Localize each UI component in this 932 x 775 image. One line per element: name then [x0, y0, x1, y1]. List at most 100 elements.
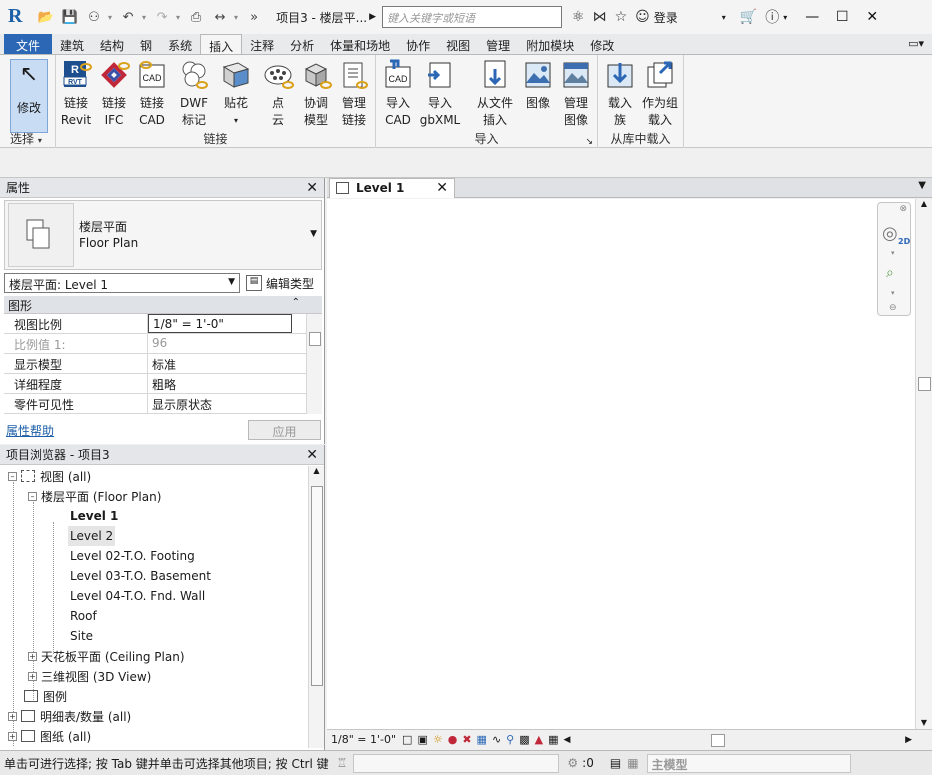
- communication-icon[interactable]: ⋈: [593, 9, 607, 25]
- instance-select[interactable]: 楼层平面: Level 1 ▼: [4, 273, 240, 293]
- import-gbxml-button[interactable]: 导入 gbXML: [418, 59, 462, 129]
- binoculars-icon[interactable]: ⚛: [572, 9, 585, 25]
- collapse-icon[interactable]: ⌃: [292, 297, 300, 308]
- redo-dropdown-icon[interactable]: ▾: [176, 13, 180, 22]
- print-icon[interactable]: ⎙: [186, 7, 206, 27]
- zoom-dropdown-icon[interactable]: ▾: [891, 289, 895, 297]
- tab-annotate[interactable]: 注释: [242, 34, 282, 54]
- properties-help-link[interactable]: 属性帮助: [6, 422, 54, 439]
- parts-visibility-field[interactable]: 显示原状态: [148, 394, 292, 413]
- canvas-vertical-scrollbar[interactable]: ▲ ▼: [915, 199, 932, 729]
- scroll-thumb[interactable]: [309, 332, 321, 346]
- sync-icon[interactable]: ⚇: [84, 7, 104, 27]
- canvas-horizontal-scrollbar[interactable]: [573, 731, 823, 749]
- image-button[interactable]: 图像: [518, 59, 558, 112]
- modify-button[interactable]: ↖ 修改: [10, 59, 48, 133]
- help-icon[interactable]: ⓘ: [765, 7, 779, 27]
- apply-button[interactable]: 应用: [248, 420, 321, 440]
- tree-node-schedules[interactable]: + 明细表/数量 (all): [8, 706, 131, 726]
- load-as-group-button[interactable]: 作为组 载入: [640, 59, 680, 129]
- tab-analyze[interactable]: 分析: [282, 34, 322, 54]
- edit-type-button[interactable]: ▤ 编辑类型: [246, 275, 314, 292]
- link-ifc-button[interactable]: 链接 IFC: [94, 59, 134, 129]
- link-cad-button[interactable]: CAD 链接 CAD: [132, 59, 172, 129]
- import-cad-button[interactable]: CAD 导入 CAD: [378, 59, 418, 129]
- shadows-icon[interactable]: ●: [448, 733, 458, 746]
- collapse-icon[interactable]: –: [8, 471, 17, 481]
- close-button[interactable]: ✕: [857, 2, 887, 32]
- tab-view[interactable]: 视图: [438, 34, 478, 54]
- tree-node-sheets[interactable]: + 图纸 (all): [8, 726, 91, 746]
- scroll-down-icon[interactable]: ▼: [916, 718, 932, 727]
- tree-node-legends[interactable]: 图例: [24, 686, 67, 706]
- scroll-thumb[interactable]: [918, 377, 931, 391]
- expand-icon[interactable]: +: [8, 731, 17, 741]
- reveal-hidden-icon[interactable]: ⚲: [506, 733, 514, 746]
- title-arrow-icon[interactable]: ▶: [369, 12, 376, 22]
- tree-item-level-04[interactable]: Level 04-T.O. Fnd. Wall: [70, 586, 205, 606]
- ribbon-toggle-icon[interactable]: ▭▾: [908, 34, 924, 54]
- cart-icon[interactable]: 🛒: [740, 9, 757, 25]
- favorites-star-icon[interactable]: ☆: [615, 9, 628, 25]
- workset-field[interactable]: [353, 753, 560, 773]
- help-dropdown-icon[interactable]: ▾: [783, 13, 787, 22]
- type-selector[interactable]: 楼层平面 Floor Plan ▼: [4, 200, 322, 270]
- detail-level-icon[interactable]: □: [402, 733, 412, 746]
- tree-node-floor-plan[interactable]: – 楼层平面 (Floor Plan): [28, 486, 161, 506]
- sun-path-icon[interactable]: ☼: [433, 733, 443, 746]
- worksharing-icon[interactable]: ▩: [519, 733, 529, 746]
- manage-images-button[interactable]: 管理 图像: [556, 59, 596, 129]
- browser-close-icon[interactable]: ✕: [306, 447, 318, 463]
- detail-level-field[interactable]: 粗略: [148, 374, 292, 393]
- tree-item-level-02[interactable]: Level 02-T.O. Footing: [70, 546, 195, 566]
- wheel-dropdown-icon[interactable]: ▾: [891, 249, 895, 257]
- tab-modify[interactable]: 修改: [582, 34, 622, 54]
- undo-icon[interactable]: ↶: [118, 7, 138, 27]
- save-icon[interactable]: 💾: [60, 7, 80, 27]
- manage-links-button[interactable]: 管理 链接: [334, 59, 374, 129]
- insert-from-file-button[interactable]: 从文件 插入: [472, 59, 518, 129]
- design-options-icon[interactable]: ▦: [627, 756, 638, 770]
- tab-massing-site[interactable]: 体量和场地: [322, 34, 398, 54]
- more-tools-icon[interactable]: »: [244, 7, 264, 27]
- type-dropdown-icon[interactable]: ▼: [310, 229, 317, 239]
- redo-icon[interactable]: ↷: [152, 7, 172, 27]
- dropdown-icon[interactable]: ▾: [108, 13, 112, 22]
- tree-node-3d-view[interactable]: + 三维视图 (3D View): [28, 666, 151, 686]
- tab-menu-icon[interactable]: ▼: [918, 180, 926, 191]
- tab-systems[interactable]: 系统: [160, 34, 200, 54]
- constraints-icon[interactable]: ▦: [548, 733, 558, 746]
- user-icon[interactable]: ☺: [635, 9, 650, 25]
- tree-item-level-2[interactable]: Level 2: [68, 526, 116, 546]
- scroll-thumb[interactable]: [711, 733, 726, 747]
- dwf-markup-button[interactable]: DWF 标记: [174, 59, 214, 129]
- scroll-thumb[interactable]: [311, 486, 323, 686]
- load-family-button[interactable]: 载入 族: [600, 59, 640, 129]
- tab-level-1[interactable]: Level 1 ✕: [329, 178, 455, 198]
- scroll-right-icon[interactable]: ▶: [905, 735, 912, 745]
- view-scale-field[interactable]: 1/8" = 1'-0": [148, 314, 292, 333]
- tree-node-views[interactable]: – 视图 (all): [8, 466, 91, 486]
- tree-item-site[interactable]: Site: [70, 626, 93, 646]
- drawing-canvas[interactable]: ⊗ ◎ 2D ▾ ⌕ ▾ ⊖: [327, 199, 915, 729]
- measure-icon[interactable]: ↔: [210, 7, 230, 27]
- login-dropdown-icon[interactable]: ▾: [722, 13, 726, 22]
- decal-button[interactable]: 贴花 ▾: [216, 59, 256, 129]
- tab-structure[interactable]: 结构: [92, 34, 132, 54]
- close-tab-icon[interactable]: ✕: [436, 180, 448, 196]
- filter-icon[interactable]: ⚙: [567, 756, 578, 770]
- tree-item-level-03[interactable]: Level 03-T.O. Basement: [70, 566, 211, 586]
- analytical-model-icon[interactable]: ▲: [535, 733, 543, 746]
- search-input[interactable]: 键入关键字或短语: [382, 6, 563, 28]
- expand-icon[interactable]: +: [28, 651, 37, 661]
- scroll-left-icon[interactable]: ◀: [564, 735, 571, 745]
- select-dropdown[interactable]: 选择 ▾: [0, 130, 55, 147]
- tab-architecture[interactable]: 建筑: [52, 34, 92, 54]
- open-icon[interactable]: 📂: [36, 7, 56, 27]
- coordination-model-button[interactable]: 协调 模型: [296, 59, 336, 129]
- navbar-options-icon[interactable]: ⊖: [889, 303, 897, 313]
- display-model-field[interactable]: 标准: [148, 354, 292, 373]
- view-scale-button[interactable]: 1/8" = 1'-0": [331, 733, 396, 746]
- show-crop-icon[interactable]: ▦: [477, 733, 487, 746]
- navbar-close-icon[interactable]: ⊗: [899, 204, 907, 214]
